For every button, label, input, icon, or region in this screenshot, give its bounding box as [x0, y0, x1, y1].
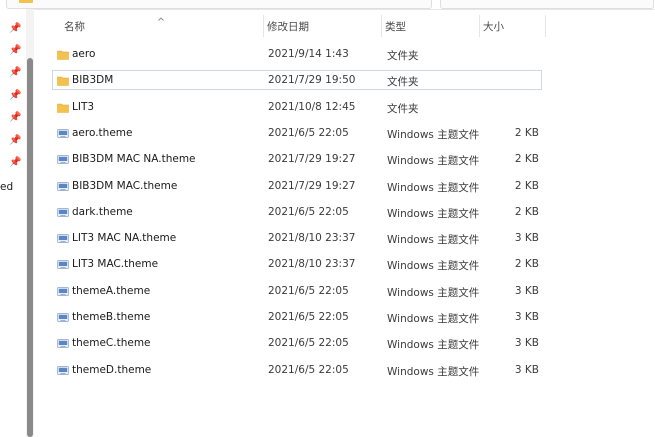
modified-date: 2021/6/5 22:05	[268, 311, 349, 323]
file-type: 文件夹	[387, 50, 419, 62]
file-name: BIB3DM	[72, 74, 114, 86]
pin-icon[interactable]: 📌	[9, 23, 21, 35]
file-size: 2 KB	[514, 153, 539, 165]
file-name: themeB.theme	[72, 311, 151, 323]
file-name: LIT3	[72, 101, 95, 113]
file-row[interactable]: LIT3 MAC NA.theme 2021/8/10 23:37 Windows …	[52, 228, 542, 248]
file-size: 3 KB	[514, 311, 539, 323]
file-name: themeC.theme	[72, 337, 151, 349]
file-type: Windows 主题文件	[387, 260, 480, 272]
modified-date: 2021/7/29 19:27	[268, 180, 356, 192]
column-header-name[interactable]: 名称	[60, 9, 262, 37]
file-row[interactable]: dark.theme 2021/6/5 22:05 Windows 主题文件 2 KB	[52, 202, 542, 222]
file-row[interactable]: aero.theme 2021/6/5 22:05 Windows 主题文件 2 KB	[52, 123, 542, 143]
file-size: 2 KB	[514, 206, 539, 218]
file-row[interactable]: themeA.theme 2021/6/5 22:05 Windows 主题文件 3 …	[52, 281, 542, 301]
search-box[interactable]	[440, 0, 654, 9]
theme-file-icon	[57, 154, 69, 165]
theme-file-icon	[57, 128, 69, 139]
file-type: Windows 主题文件	[387, 234, 480, 246]
modified-date: 2021/6/5 22:05	[268, 285, 349, 297]
file-type: Windows 主题文件	[387, 208, 480, 220]
file-row[interactable]: BIB3DM MAC.theme 2021/7/29 19:27 Windows 主…	[52, 176, 542, 196]
file-name: aero.theme	[72, 127, 133, 139]
file-name: themeA.theme	[72, 285, 151, 297]
pin-icon[interactable]: 📌	[9, 135, 21, 147]
file-type: Windows 主题文件	[387, 129, 480, 141]
file-row[interactable]: LIT3 MAC.theme 2021/8/10 23:37 Windows 主题文…	[52, 254, 542, 274]
file-size: 2 KB	[514, 180, 539, 192]
theme-file-icon	[57, 259, 69, 270]
file-type: Windows 主题文件	[387, 313, 480, 325]
file-size: 3 KB	[514, 364, 539, 376]
theme-file-icon	[57, 338, 69, 349]
modified-date: 2021/8/10 23:37	[268, 258, 356, 270]
file-size: 2 KB	[514, 127, 539, 139]
modified-date: 2021/6/5 22:05	[268, 127, 349, 139]
file-row[interactable]: themeD.theme 2021/6/5 22:05 Windows 主题文件 3 …	[52, 360, 542, 380]
modified-date: 2021/7/29 19:50	[268, 74, 356, 86]
modified-date: 2021/6/5 22:05	[268, 337, 349, 349]
file-type: Windows 主题文件	[387, 287, 480, 299]
theme-file-icon	[57, 312, 69, 323]
file-explorer-window: 📌 📌 📌 📌 📌 📌 📌 ed 名称 修改日期 类型 大小 aero 2021/…	[0, 0, 655, 437]
modified-date: 2021/7/29 19:27	[268, 153, 356, 165]
pin-icon[interactable]: 📌	[9, 90, 21, 102]
file-name: BIB3DM MAC.theme	[72, 180, 178, 192]
modified-date: 2021/9/14 1:43	[268, 48, 349, 60]
sort-ascending-icon	[158, 17, 164, 21]
file-name: aero	[72, 48, 96, 60]
file-type: 文件夹	[387, 76, 419, 88]
folder-icon	[57, 49, 69, 60]
file-type: Windows 主题文件	[387, 339, 480, 351]
file-name: BIB3DM MAC NA.theme	[72, 153, 196, 165]
column-header-size[interactable]: 大小	[479, 9, 545, 37]
folder-icon	[57, 102, 69, 113]
file-type: Windows 主题文件	[387, 366, 480, 378]
file-size: 3 KB	[514, 337, 539, 349]
file-name: LIT3 MAC.theme	[72, 258, 159, 270]
modified-date: 2021/10/8 12:45	[268, 101, 356, 113]
modified-date: 2021/6/5 22:05	[268, 206, 349, 218]
column-divider[interactable]	[545, 15, 546, 37]
file-row[interactable]: BIB3DM MAC NA.theme 2021/7/29 19:27 Window…	[52, 149, 542, 169]
file-name: dark.theme	[72, 206, 133, 218]
nav-item-label[interactable]: ed	[0, 181, 13, 193]
file-size: 2 KB	[514, 258, 539, 270]
theme-file-icon	[57, 181, 69, 192]
navigation-pane: 📌 📌 📌 📌 📌 📌 📌 ed	[0, 9, 26, 437]
theme-file-icon	[57, 365, 69, 376]
pin-icon[interactable]: 📌	[9, 112, 21, 124]
theme-file-icon	[57, 207, 69, 218]
pin-icon[interactable]: 📌	[9, 67, 21, 79]
column-header-date[interactable]: 修改日期	[263, 9, 381, 37]
theme-file-icon	[57, 233, 69, 244]
file-type: Windows 主题文件	[387, 155, 480, 167]
file-row[interactable]: themeC.theme 2021/6/5 22:05 Windows 主题文件 3 …	[52, 333, 542, 353]
folder-row[interactable]: LIT3 2021/10/8 12:45 文件夹	[52, 97, 542, 117]
nav-scrollbar-thumb[interactable]	[27, 58, 33, 437]
file-type: 文件夹	[387, 103, 419, 115]
column-headers: 名称 修改日期 类型 大小	[34, 9, 655, 37]
column-header-type[interactable]: 类型	[381, 9, 479, 37]
file-size: 3 KB	[514, 285, 539, 297]
folder-icon	[19, 0, 33, 3]
file-name: themeD.theme	[72, 364, 152, 376]
folder-row[interactable]: aero 2021/9/14 1:43 文件夹	[52, 44, 542, 64]
file-size: 3 KB	[514, 232, 539, 244]
folder-icon	[57, 75, 69, 86]
file-type: Windows 主题文件	[387, 182, 480, 194]
theme-file-icon	[57, 286, 69, 297]
pin-icon[interactable]: 📌	[9, 157, 21, 169]
file-name: LIT3 MAC NA.theme	[72, 232, 177, 244]
modified-date: 2021/8/10 23:37	[268, 232, 356, 244]
pin-icon[interactable]: 📌	[9, 45, 21, 57]
file-row[interactable]: themeB.theme 2021/6/5 22:05 Windows 主题文件 3 …	[52, 307, 542, 327]
address-bar[interactable]	[6, 0, 432, 9]
folder-row[interactable]: BIB3DM 2021/7/29 19:50 文件夹	[52, 70, 542, 90]
modified-date: 2021/6/5 22:05	[268, 364, 349, 376]
